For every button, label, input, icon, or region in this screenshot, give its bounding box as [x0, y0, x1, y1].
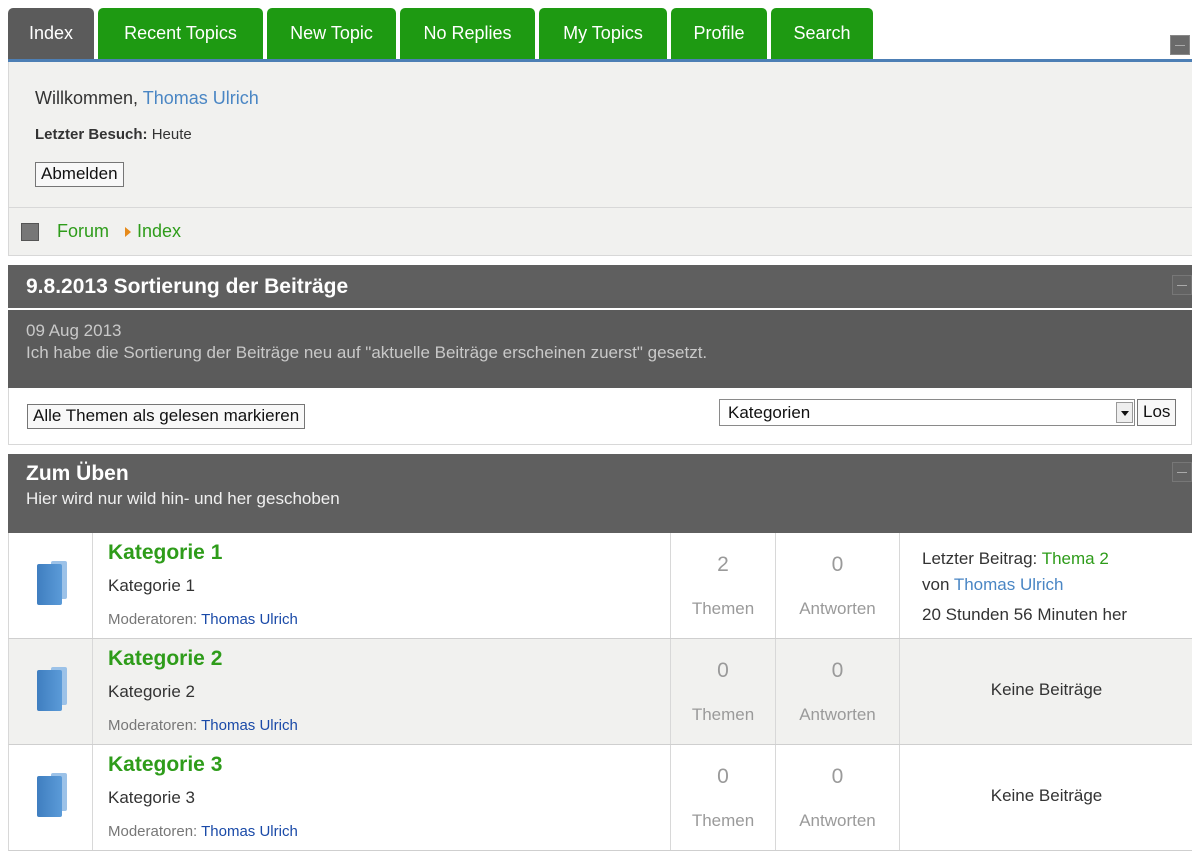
mark-all-read-button[interactable]: Alle Themen als gelesen markieren: [27, 404, 306, 429]
category-row: Kategorie 1 Kategorie 1 Moderatoren: Tho…: [8, 533, 1192, 639]
topics-label: Themen: [691, 811, 755, 830]
category-moderators: Moderatoren: Thomas Ulrich: [108, 823, 298, 840]
breadcrumb: Forum Index: [8, 208, 1192, 256]
breadcrumb-index[interactable]: Index: [137, 221, 181, 242]
last-post-author-line: von Thomas Ulrich: [922, 575, 1063, 595]
category-description: Kategorie 3: [108, 788, 195, 807]
last-post-topic-link[interactable]: Thema 2: [1042, 549, 1109, 568]
topics-count: 0: [717, 765, 729, 788]
tab-profile[interactable]: Profile: [671, 8, 767, 59]
category-name-link[interactable]: Kategorie 1: [108, 541, 222, 565]
section-collapse-icon[interactable]: [1172, 462, 1192, 482]
no-posts-text: Keine Beiträge: [990, 680, 1103, 699]
replies-cell: 0 Antworten: [776, 639, 900, 744]
forum-square-icon: [21, 223, 39, 241]
welcome-user-link[interactable]: Thomas Ulrich: [143, 88, 259, 108]
last-visit-label: Letzter Besuch:: [35, 126, 148, 143]
breadcrumb-forum[interactable]: Forum: [57, 221, 109, 242]
moderator-link[interactable]: Thomas Ulrich: [201, 717, 298, 734]
category-moderators: Moderatoren: Thomas Ulrich: [108, 611, 298, 628]
category-icon-cell: [9, 639, 93, 744]
topics-label: Themen: [691, 599, 755, 618]
last-post-line: Letzter Beitrag: Thema 2: [922, 549, 1109, 569]
replies-cell: 0 Antworten: [776, 533, 900, 638]
go-button[interactable]: Los: [1137, 399, 1177, 426]
category-name-link[interactable]: Kategorie 2: [108, 647, 222, 671]
tab-no-replies[interactable]: No Replies: [400, 8, 535, 59]
category-select-value: Kategorien: [728, 403, 811, 422]
collapse-icon[interactable]: [1170, 35, 1190, 55]
category-info-cell: Kategorie 2 Kategorie 2 Moderatoren: Tho…: [93, 639, 671, 744]
last-post-by-label: von: [922, 575, 950, 594]
folder-icon: [37, 773, 69, 817]
replies-label: Antworten: [799, 811, 876, 830]
category-row: Kategorie 2 Kategorie 2 Moderatoren: Tho…: [8, 639, 1192, 745]
topics-cell: 0 Themen: [671, 745, 776, 850]
tab-bar: Index Recent Topics New Topic No Replies…: [0, 0, 1192, 62]
no-posts-text: Keine Beiträge: [990, 786, 1103, 805]
category-name-link[interactable]: Kategorie 3: [108, 753, 222, 777]
moderators-label: Moderatoren:: [108, 717, 198, 734]
category-moderators: Moderatoren: Thomas Ulrich: [108, 717, 298, 734]
section-header: Zum Üben Hier wird nur wild hin- und her…: [8, 454, 1192, 533]
chevron-down-icon[interactable]: [1116, 402, 1133, 423]
replies-count: 0: [831, 765, 844, 788]
replies-label: Antworten: [799, 705, 876, 724]
tab-new-topic[interactable]: New Topic: [267, 8, 396, 59]
topics-label: Themen: [691, 705, 755, 724]
last-post-user-link[interactable]: Thomas Ulrich: [954, 575, 1064, 594]
last-post-cell: Keine Beiträge: [900, 745, 1192, 850]
category-select[interactable]: Kategorien: [719, 399, 1135, 426]
last-post-cell: Letzter Beitrag: Thema 2 von Thomas Ulri…: [900, 533, 1192, 638]
last-post-label: Letzter Beitrag:: [922, 549, 1038, 568]
category-icon-cell: [9, 745, 93, 850]
folder-icon: [37, 561, 69, 605]
moderators-label: Moderatoren:: [108, 823, 198, 840]
last-visit: Letzter Besuch: Heute: [35, 126, 192, 143]
category-info-cell: Kategorie 1 Kategorie 1 Moderatoren: Tho…: [93, 533, 671, 638]
breadcrumb-arrow-icon: [125, 227, 131, 237]
moderators-label: Moderatoren:: [108, 611, 198, 628]
announcement-body: 09 Aug 2013 Ich habe die Sortierung der …: [8, 310, 1192, 388]
tab-search[interactable]: Search: [771, 8, 873, 59]
tab-recent-topics[interactable]: Recent Topics: [98, 8, 263, 59]
section-title: Zum Üben: [26, 462, 129, 485]
replies-count: 0: [831, 553, 844, 576]
replies-label: Antworten: [799, 599, 876, 618]
replies-count: 0: [831, 659, 844, 682]
category-info-cell: Kategorie 3 Kategorie 3 Moderatoren: Tho…: [93, 745, 671, 850]
last-post-cell: Keine Beiträge: [900, 639, 1192, 744]
logout-button[interactable]: Abmelden: [35, 162, 124, 187]
announcement-title-text: 9.8.2013 Sortierung der Beiträge: [26, 275, 349, 298]
topics-count: 2: [717, 553, 729, 576]
topics-count: 0: [717, 659, 729, 682]
announcement-text: Ich habe die Sortierung der Beiträge neu…: [26, 343, 708, 362]
topics-cell: 0 Themen: [671, 639, 776, 744]
announcement-date: 09 Aug 2013: [26, 321, 122, 340]
forum-controls: Alle Themen als gelesen markieren Katego…: [8, 388, 1192, 445]
announcement-collapse-icon[interactable]: [1172, 275, 1192, 295]
welcome-greeting: Willkommen,: [35, 88, 139, 108]
replies-cell: 0 Antworten: [776, 745, 900, 850]
last-post-time: 20 Stunden 56 Minuten her: [922, 605, 1128, 624]
folder-icon: [37, 667, 69, 711]
last-visit-value: Heute: [151, 126, 192, 143]
category-description: Kategorie 1: [108, 576, 195, 595]
category-description: Kategorie 2: [108, 682, 195, 701]
welcome-text: Willkommen, Thomas Ulrich: [35, 88, 259, 109]
topics-cell: 2 Themen: [671, 533, 776, 638]
tab-index[interactable]: Index: [8, 8, 94, 59]
tab-my-topics[interactable]: My Topics: [539, 8, 667, 59]
section-description: Hier wird nur wild hin- und her geschobe…: [26, 489, 340, 508]
category-icon-cell: [9, 533, 93, 638]
moderator-link[interactable]: Thomas Ulrich: [201, 823, 298, 840]
welcome-panel: Willkommen, Thomas Ulrich Letzter Besuch…: [8, 62, 1192, 208]
announcement-title: 9.8.2013 Sortierung der Beiträge: [8, 265, 1192, 308]
moderator-link[interactable]: Thomas Ulrich: [201, 611, 298, 628]
category-row: Kategorie 3 Kategorie 3 Moderatoren: Tho…: [8, 745, 1192, 851]
